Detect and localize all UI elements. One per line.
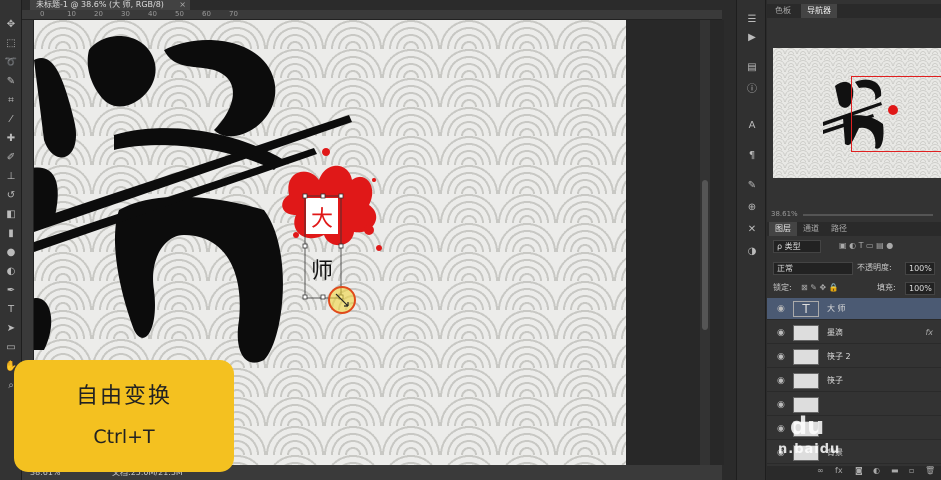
marquee-tool-icon[interactable]: ⬚ (3, 37, 19, 51)
pen-tool-icon[interactable]: ✒ (3, 284, 19, 298)
layers-panel-tabs: 图层 通道 路径 (767, 222, 941, 236)
new-layer-icon[interactable]: ▫ (909, 466, 914, 475)
actions-icon[interactable]: ▶ (745, 32, 759, 44)
callout-title: 自由变换 (75, 384, 172, 409)
navigator-view-box[interactable] (851, 76, 941, 152)
brush-tool-icon[interactable]: ✐ (3, 151, 19, 165)
clone-source-icon[interactable]: ⊕ (745, 202, 759, 214)
eraser-tool-icon[interactable]: ◧ (3, 208, 19, 222)
ruler-tick: 70 (229, 10, 238, 18)
ruler-tick: 10 (67, 10, 76, 18)
type-tool-icon[interactable]: T (3, 303, 19, 317)
opacity-label: 不透明度: (857, 263, 892, 272)
stamp-char-shi: 师 (311, 259, 333, 284)
layer-name[interactable]: 大 师 (827, 298, 846, 320)
document-tab-title: 未标题-1 @ 38.6% (大 师, RGB/8) (36, 0, 164, 9)
layer-row[interactable]: ◉ 筷子 2 (767, 346, 941, 368)
lock-icons[interactable]: ⊠ ✎ ✥ 🔒 (801, 281, 839, 295)
tab-navigator[interactable]: 导航器 (801, 4, 837, 18)
panel-icon-column: ☰ ▶ ▤ ⓘ A ¶ ✎ ⊕ ✕ ◑ (736, 0, 766, 480)
layer-thumbnail (793, 349, 819, 365)
horizontal-ruler[interactable]: 0 10 20 30 40 50 60 70 (22, 10, 722, 20)
blur-tool-icon[interactable]: ● (3, 246, 19, 260)
info-icon[interactable]: ⓘ (745, 84, 759, 96)
ruler-tick: 40 (148, 10, 157, 18)
tab-swatches[interactable]: 色板 (769, 4, 797, 18)
ruler-tick: 60 (202, 10, 211, 18)
dodge-tool-icon[interactable]: ◐ (3, 265, 19, 279)
layer-name[interactable]: 墨滴 (827, 322, 843, 344)
brush-presets-icon[interactable]: ✎ (745, 180, 759, 192)
navigator-zoom-slider[interactable] (803, 214, 933, 216)
visibility-eye-icon[interactable]: ◉ (777, 346, 785, 368)
layer-row[interactable]: ◉ 筷子 (767, 370, 941, 392)
layer-name[interactable]: 筷子 2 (827, 346, 851, 368)
layer-row[interactable]: ◉ T 大 师 (767, 298, 941, 320)
visibility-eye-icon[interactable]: ◉ (777, 298, 785, 320)
tab-channels[interactable]: 通道 (797, 222, 825, 236)
paragraph-icon[interactable]: ¶ (745, 150, 759, 162)
tab-layers[interactable]: 图层 (769, 222, 797, 236)
quick-select-tool-icon[interactable]: ✎ (3, 75, 19, 89)
move-tool-icon[interactable]: ✥ (3, 18, 19, 32)
baidu-watermark: du n.baidu (778, 400, 858, 470)
history-brush-tool-icon[interactable]: ↺ (3, 189, 19, 203)
new-group-icon[interactable]: ▬ (891, 466, 899, 475)
stamp-tool-icon[interactable]: ⊥ (3, 170, 19, 184)
healing-tool-icon[interactable]: ✚ (3, 132, 19, 146)
watermark-site: n.baidu (778, 442, 841, 457)
callout-shortcut: Ctrl+T (93, 426, 155, 448)
ruler-tick: 50 (175, 10, 184, 18)
layer-fx-badge[interactable]: fx (925, 322, 933, 344)
layer-name[interactable]: 筷子 (827, 370, 843, 392)
layer-filter-select[interactable]: ρ 类型 (773, 240, 821, 253)
navigator-preview[interactable] (773, 48, 941, 178)
calligraphy-artwork (34, 36, 284, 363)
layer-row[interactable]: ◉ 墨滴 fx (767, 322, 941, 344)
close-icon[interactable]: × (179, 0, 186, 10)
adjustment-layer-icon[interactable]: ◐ (873, 466, 880, 475)
crop-tool-icon[interactable]: ⌗ (3, 94, 19, 108)
character-icon[interactable]: A (745, 120, 759, 132)
path-select-tool-icon[interactable]: ➤ (3, 322, 19, 336)
gradient-tool-icon[interactable]: ▮ (3, 227, 19, 241)
document-tab[interactable]: 未标题-1 @ 38.6% (大 师, RGB/8) × (30, 0, 190, 10)
fill-field[interactable]: 100% (905, 282, 935, 295)
shape-tool-icon[interactable]: ▭ (3, 341, 19, 355)
layer-filter-icons[interactable]: ▣ ◐ T ▭ ▤ ● (839, 239, 893, 253)
navigator-panel-tabs: 色板 导航器 (767, 4, 941, 18)
stamp-char-da: 大 (311, 207, 333, 232)
history-icon[interactable]: ☰ (745, 14, 759, 26)
adjustments-icon[interactable]: ◑ (745, 246, 759, 258)
layer-thumbnail (793, 325, 819, 341)
vertical-scrollbar[interactable] (700, 20, 710, 465)
blend-mode-select[interactable]: 正常 (773, 262, 853, 275)
properties-icon[interactable]: ▤ (745, 62, 759, 74)
tab-paths[interactable]: 路径 (825, 222, 853, 236)
opacity-field[interactable]: 100% (905, 262, 935, 275)
lasso-tool-icon[interactable]: ➰ (3, 56, 19, 70)
eyedropper-tool-icon[interactable]: ⁄ (3, 113, 19, 127)
shortcut-callout: 自由变换 Ctrl+T (14, 360, 234, 472)
lock-label: 锁定: (773, 283, 792, 292)
tool-presets-icon[interactable]: ✕ (745, 224, 759, 236)
fill-label: 填充: (877, 283, 896, 292)
visibility-eye-icon[interactable]: ◉ (777, 370, 785, 392)
navigator-zoom[interactable]: 38.61% (771, 210, 798, 218)
ruler-tick: 0 (40, 10, 45, 18)
photoshop-window: ✥ ⬚ ➰ ✎ ⌗ ⁄ ✚ ✐ ⊥ ↺ ◧ ▮ ● ◐ ✒ T ➤ ▭ ✋ ⌕ 未标题-1 @ 38.6% (大 师,… (0, 0, 941, 480)
visibility-eye-icon[interactable]: ◉ (777, 322, 785, 344)
layer-thumbnail (793, 373, 819, 389)
ruler-tick: 20 (94, 10, 103, 18)
scrollbar-thumb[interactable] (702, 180, 708, 330)
delete-layer-icon[interactable]: 🗑 (925, 466, 935, 475)
watermark-logo: du (790, 412, 825, 440)
layer-thumbnail: T (793, 301, 819, 317)
ruler-tick: 30 (121, 10, 130, 18)
